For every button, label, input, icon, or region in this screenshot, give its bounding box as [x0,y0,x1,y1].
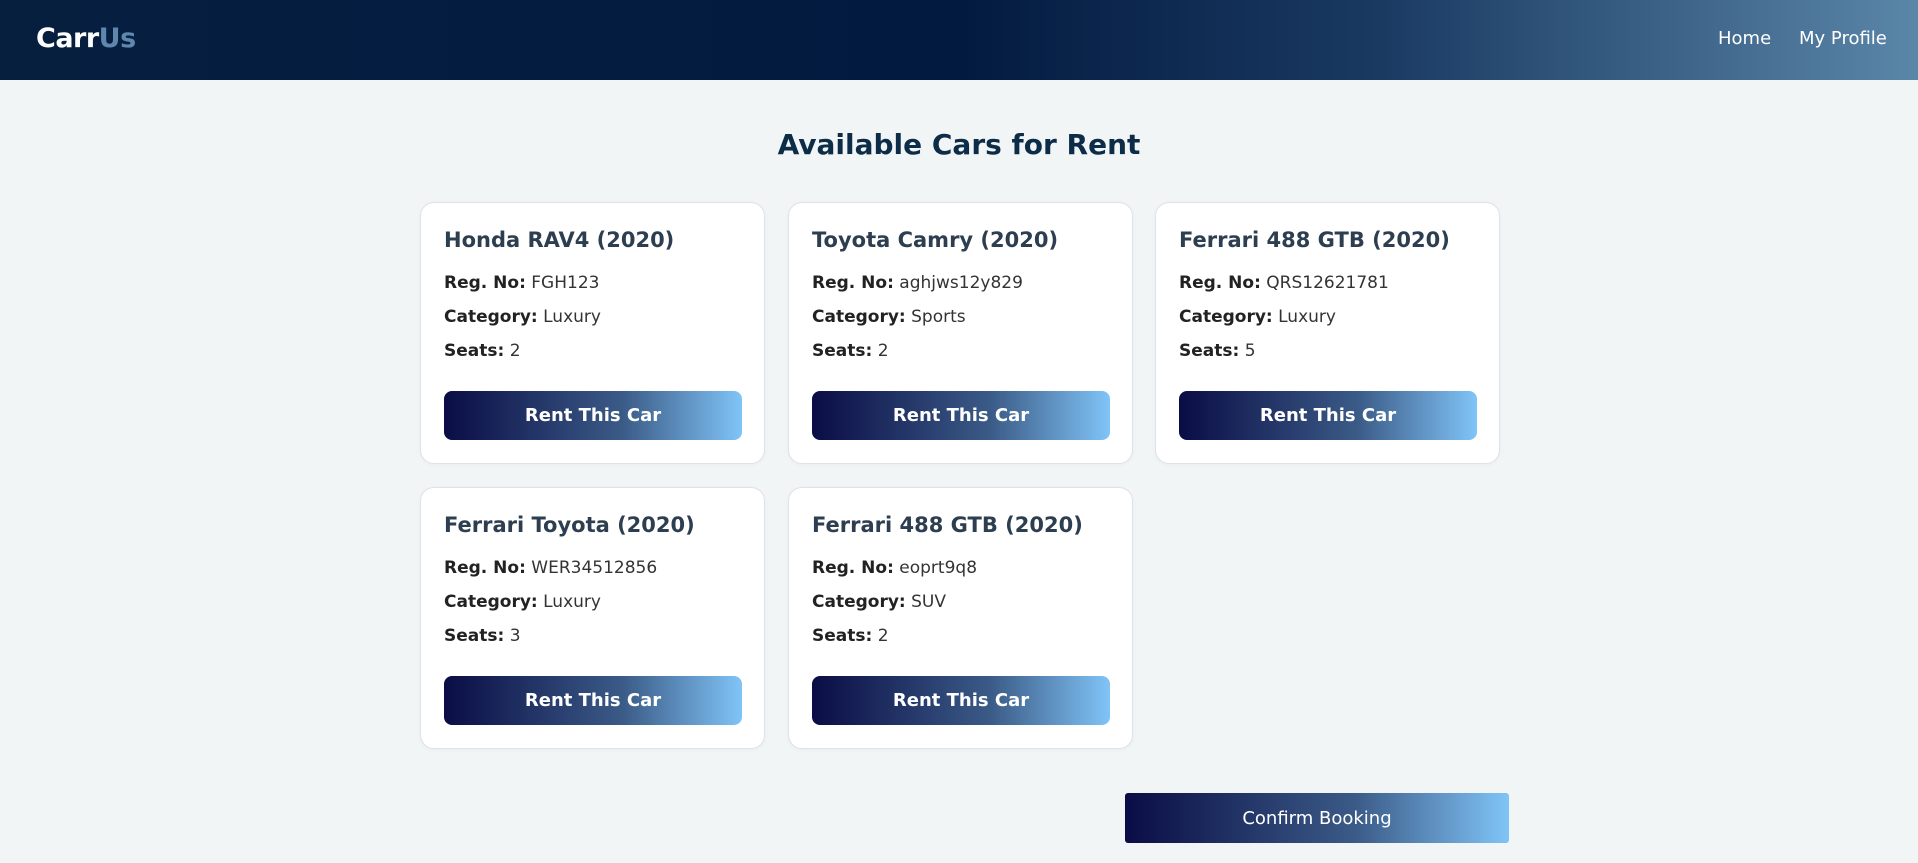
category-label: Category: [812,307,906,327]
car-reg-row: Reg. No: QRS12621781 [1179,273,1389,293]
nav-link-my-profile[interactable]: My Profile [1799,28,1887,49]
seats-label: Seats: [444,341,505,361]
seats-label: Seats: [812,341,873,361]
car-seats-row: Seats: 3 [444,626,521,646]
category-label: Category: [812,592,906,612]
reg-value: aghjws12y829 [899,273,1023,293]
car-category-row: Category: SUV [812,592,946,612]
car-seats-row: Seats: 2 [812,626,889,646]
confirm-booking-button[interactable]: Confirm Booking [1125,793,1509,843]
reg-label: Reg. No: [444,273,526,293]
rent-car-button[interactable]: Rent This Car [444,391,742,440]
navbar: CarrUs Home My Profile [0,0,1918,80]
category-value: Luxury [1278,307,1336,327]
seats-value: 2 [877,626,889,646]
brand-text-accent: Us [98,23,137,54]
car-title: Toyota Camry (2020) [812,228,1059,252]
category-label: Category: [444,307,538,327]
category-value: Sports [911,307,966,327]
car-category-row: Category: Sports [812,307,966,327]
car-title: Honda RAV4 (2020) [444,228,675,252]
seats-label: Seats: [444,626,505,646]
category-label: Category: [444,592,538,612]
category-value: SUV [911,592,946,612]
seats-value: 5 [1244,341,1256,361]
car-card: Toyota Camry (2020) Reg. No: aghjws12y82… [788,202,1133,464]
car-title: Ferrari 488 GTB (2020) [1179,228,1450,252]
car-category-row: Category: Luxury [444,307,601,327]
car-card: Ferrari Toyota (2020) Reg. No: WER345128… [420,487,765,749]
category-label: Category: [1179,307,1273,327]
car-reg-row: Reg. No: WER34512856 [444,558,657,578]
reg-value: WER34512856 [531,558,658,578]
rent-car-button[interactable]: Rent This Car [812,391,1110,440]
car-card: Ferrari 488 GTB (2020) Reg. No: QRS12621… [1155,202,1500,464]
brand-text-primary: Carr [36,23,99,54]
seats-label: Seats: [1179,341,1240,361]
reg-label: Reg. No: [1179,273,1261,293]
page-title: Available Cars for Rent [777,128,1141,161]
rent-car-button[interactable]: Rent This Car [1179,391,1477,440]
car-seats-row: Seats: 2 [812,341,889,361]
car-reg-row: Reg. No: aghjws12y829 [812,273,1023,293]
car-title: Ferrari Toyota (2020) [444,513,695,537]
nav-link-home[interactable]: Home [1718,28,1771,49]
seats-label: Seats: [812,626,873,646]
rent-car-button[interactable]: Rent This Car [444,676,742,725]
category-value: Luxury [543,592,601,612]
reg-label: Reg. No: [812,273,894,293]
car-seats-row: Seats: 2 [444,341,521,361]
category-value: Luxury [543,307,601,327]
car-reg-row: Reg. No: eoprt9q8 [812,558,977,578]
car-card: Honda RAV4 (2020) Reg. No: FGH123 Catego… [420,202,765,464]
seats-value: 2 [877,341,889,361]
reg-label: Reg. No: [812,558,894,578]
reg-value: QRS12621781 [1266,273,1389,293]
car-reg-row: Reg. No: FGH123 [444,273,599,293]
car-category-row: Category: Luxury [1179,307,1336,327]
reg-label: Reg. No: [444,558,526,578]
brand-logo[interactable]: CarrUs [36,23,136,54]
car-category-row: Category: Luxury [444,592,601,612]
seats-value: 3 [509,626,521,646]
car-card: Ferrari 488 GTB (2020) Reg. No: eoprt9q8… [788,487,1133,749]
reg-value: eoprt9q8 [899,558,978,578]
reg-value: FGH123 [531,273,600,293]
seats-value: 2 [509,341,521,361]
car-title: Ferrari 488 GTB (2020) [812,513,1083,537]
car-seats-row: Seats: 5 [1179,341,1256,361]
rent-car-button[interactable]: Rent This Car [812,676,1110,725]
